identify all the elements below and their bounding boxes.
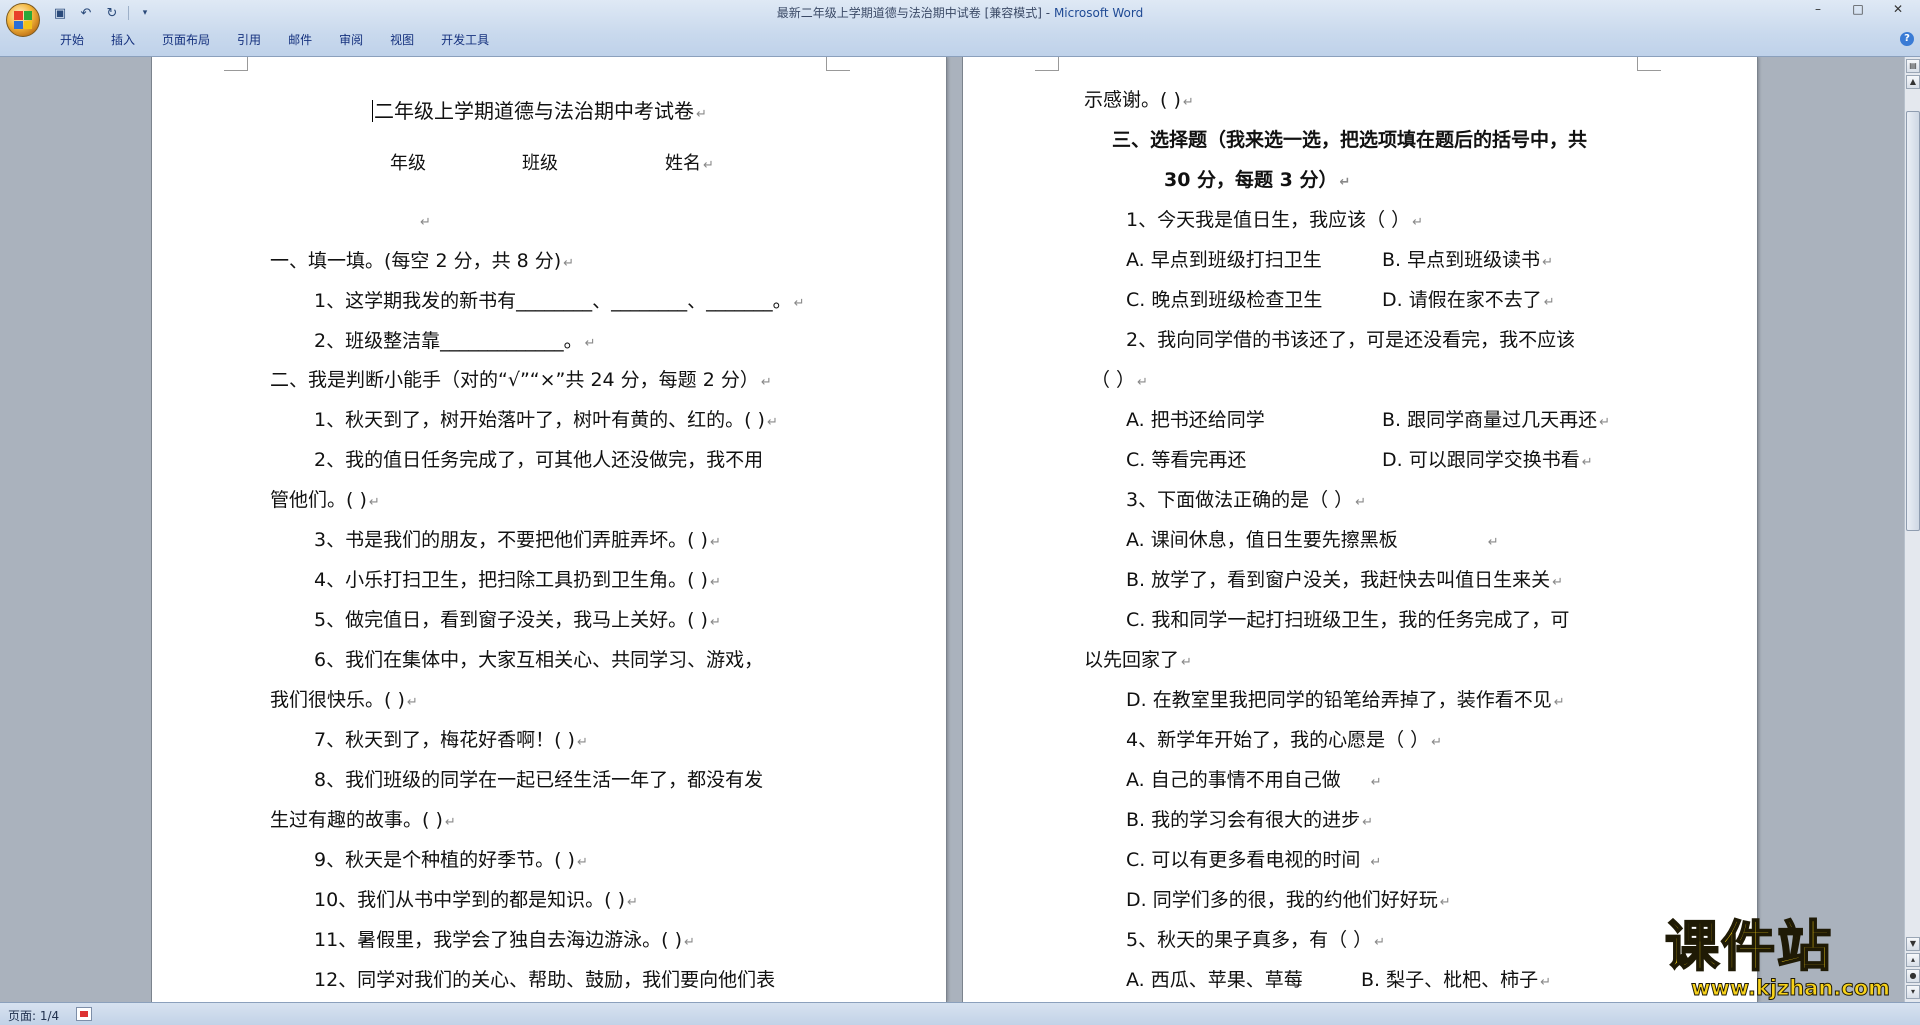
choice-5: 5、秋天的果子真多，有（ ） ↵ (1126, 929, 1386, 951)
judge-2: 2、我的值日任务完成了，可其他人还没做完，我不用 (314, 449, 764, 471)
choice-4-option-d: D. 同学们多的很，我的约他们好好玩 ↵ (1126, 889, 1451, 911)
judge-10: 10、我们从书中学到的都是知识。( ) ↵ (314, 889, 638, 911)
ruler-toggle-icon[interactable]: ▤ (1906, 59, 1920, 73)
tab-insert[interactable]: 插入 (99, 29, 147, 51)
tab-mailings[interactable]: 邮件 (276, 29, 324, 51)
judge-12-cont: 示感谢。( ) ↵ (1084, 89, 1194, 111)
exam-title: 二年级上学期道德与法治期中考试卷 ↵ (372, 99, 707, 123)
judge-7: 7、秋天到了，梅花好香啊！( ) ↵ (314, 729, 588, 751)
window-title: 最新二年级上学期道德与法治期中试卷 [兼容模式] - Microsoft Wor… (776, 6, 1144, 20)
watermark: 课件站 www.kjzhan.com (1664, 915, 1915, 1002)
choice-3: 3、下面做法正确的是（ ） ↵ (1126, 489, 1367, 511)
watermark-brand: 课件站 (1664, 915, 1833, 978)
crop-mark (1637, 57, 1661, 71)
judge-6-cont: 我们很快乐。( ) ↵ (270, 689, 418, 711)
tab-references[interactable]: 引用 (225, 29, 273, 51)
choice-1-option-a: A. 早点到班级打扫卫生 (1126, 249, 1322, 271)
tab-view[interactable]: 视图 (378, 29, 426, 51)
choice-1-option-c: C. 晚点到班级检查卫生 (1126, 289, 1323, 311)
app-name: Microsoft Word (1053, 6, 1144, 20)
choice-4-option-b: B. 我的学习会有很大的进步 ↵ (1126, 809, 1374, 831)
choice-1: 1、今天我是值日生，我应该（ ） ↵ (1126, 209, 1424, 231)
title-bar: ▣ ↶ ↻ ▾ 最新二年级上学期道德与法治期中试卷 [兼容模式] - Micro… (0, 0, 1920, 57)
judge-4: 4、小乐打扫卫生，把扫除工具扔到卫生角。( ) ↵ (314, 569, 721, 591)
section-1-title: 一、填一填。(每空 2 分，共 8 分) ↵ (270, 250, 575, 272)
judge-12: 12、同学对我们的关心、帮助、鼓励，我们要向他们表 (314, 969, 776, 991)
document-name: 最新二年级上学期道德与法治期中试卷 [兼容模式] (776, 6, 1042, 20)
minimize-icon[interactable]: – (1798, 0, 1838, 18)
empty-paragraph: ↵ (420, 215, 431, 230)
info-class: 班级 (522, 153, 558, 174)
help-icon[interactable]: ? (1900, 32, 1914, 46)
judge-9: 9、秋天是个种植的好季节。( ) ↵ (314, 849, 588, 871)
tab-review[interactable]: 审阅 (327, 29, 375, 51)
judge-1: 1、秋天到了，树开始落叶了，树叶有黄的、红的。( ) ↵ (314, 409, 778, 431)
judge-8-cont: 生过有趣的故事。( ) ↵ (270, 809, 456, 831)
vertical-scrollbar[interactable]: ▤ ▲ ▼ ▴ ● ▾ (1904, 57, 1920, 1002)
question-1-1: 1、这学期我发的新书有________、________、_______。 ↵ (314, 290, 805, 312)
choice-4: 4、新学年开始了，我的心愿是（ ） ↵ (1126, 729, 1443, 751)
judge-11: 11、暑假里，我学会了独自去海边游泳。( ) ↵ (314, 929, 695, 951)
choice-1-option-d: D. 请假在家不去了 ↵ (1382, 289, 1555, 311)
choice-2-option-b: B. 跟同学商量过几天再还 ↵ (1382, 409, 1611, 431)
watermark-url: www.kjzhan.com (1691, 976, 1891, 1001)
question-1-2: 2、班级整洁靠_____________。 ↵ (314, 330, 596, 352)
document-page-1[interactable]: 二年级上学期道德与法治期中考试卷 ↵ 年级 班级 姓名 ↵ ↵ 一、填一填。(每空 … (152, 57, 946, 1002)
crop-mark (224, 57, 248, 71)
crop-mark (1035, 57, 1059, 71)
window-controls: – □ ✕ (1798, 0, 1918, 18)
choice-3-option-c-cont: 以先回家了 ↵ (1084, 649, 1192, 671)
choice-3-option-a: A. 课间休息，值日生要先擦黑板 ↵ (1126, 529, 1499, 551)
tab-home[interactable]: 开始 (48, 29, 96, 51)
judge-5: 5、做完值日，看到窗子没关，我马上关好。( ) ↵ (314, 609, 721, 631)
judge-6: 6、我们在集体中，大家互相关心、共同学习、游戏， (314, 649, 764, 671)
close-icon[interactable]: ✕ (1878, 0, 1918, 18)
choice-5-option-b: B. 梨子、枇杷、柿子 ↵ (1361, 969, 1552, 991)
crop-mark (826, 57, 850, 71)
tab-page-layout[interactable]: 页面布局 (150, 29, 222, 51)
choice-4-option-c: C. 可以有更多看电视的时间 ↵ (1126, 849, 1382, 871)
document-area[interactable]: 二年级上学期道德与法治期中考试卷 ↵ 年级 班级 姓名 ↵ ↵ 一、填一填。(每空 … (0, 57, 1904, 1002)
choice-2-option-a: A. 把书还给同学 (1126, 409, 1265, 431)
choice-3-option-c: C. 我和同学一起打扫班级卫生，我的任务完成了，可 (1126, 609, 1570, 631)
tab-developer[interactable]: 开发工具 (429, 29, 501, 51)
section-3-title: 三、选择题（我来选一选，把选项填在题后的括号中，共 (1112, 129, 1588, 151)
text-cursor (372, 100, 373, 122)
choice-1-option-b: B. 早点到班级读书 ↵ (1382, 249, 1554, 271)
judge-2-cont: 管他们。( ) ↵ (270, 489, 380, 511)
section-3-title-cont: 30 分，每题 3 分） ↵ (1164, 169, 1351, 191)
choice-2-option-d: D. 可以跟同学交换书看 ↵ (1382, 449, 1593, 471)
choice-5-option-a: A. 西瓜、苹果、草莓 (1126, 969, 1303, 991)
choice-3-option-b: B. 放学了，看到窗户没关，我赶快去叫值日生来关 ↵ (1126, 569, 1564, 591)
ribbon-tabs: 开始 插入 页面布局 引用 邮件 审阅 视图 开发工具 (48, 29, 504, 51)
proofing-icon[interactable] (76, 1007, 92, 1021)
info-name: 姓名 ↵ (665, 153, 714, 174)
status-bar: 页面: 1/4 (0, 1002, 1920, 1025)
choice-2: 2、我向同学借的书该还了，可是还没看完，我不应该 (1126, 329, 1576, 351)
choice-2-option-c: C. 等看完再还 (1126, 449, 1247, 471)
choice-3-option-d: D. 在教室里我把同学的铅笔给弄掉了，装作看不见 ↵ (1126, 689, 1565, 711)
info-grade: 年级 (390, 153, 426, 174)
scrollbar-thumb[interactable] (1906, 111, 1920, 531)
choice-4-option-a: A. 自己的事情不用自己做 ↵ (1126, 769, 1382, 791)
scroll-up-icon[interactable]: ▲ (1906, 75, 1920, 89)
choice-2-cont: （ ） ↵ (1091, 369, 1148, 391)
judge-8: 8、我们班级的同学在一起已经生活一年了，都没有发 (314, 769, 764, 791)
document-page-2[interactable]: 示感谢。( ) ↵ 三、选择题（我来选一选，把选项填在题后的括号中，共 30 分，… (963, 57, 1757, 1002)
page-indicator[interactable]: 页面: 1/4 (8, 1007, 59, 1024)
judge-3: 3、书是我们的朋友，不要把他们弄脏弄坏。( ) ↵ (314, 529, 721, 551)
section-2-title: 二、我是判断小能手（对的“√”“×”共 24 分，每题 2 分） ↵ (270, 369, 772, 391)
maximize-icon[interactable]: □ (1838, 0, 1878, 18)
